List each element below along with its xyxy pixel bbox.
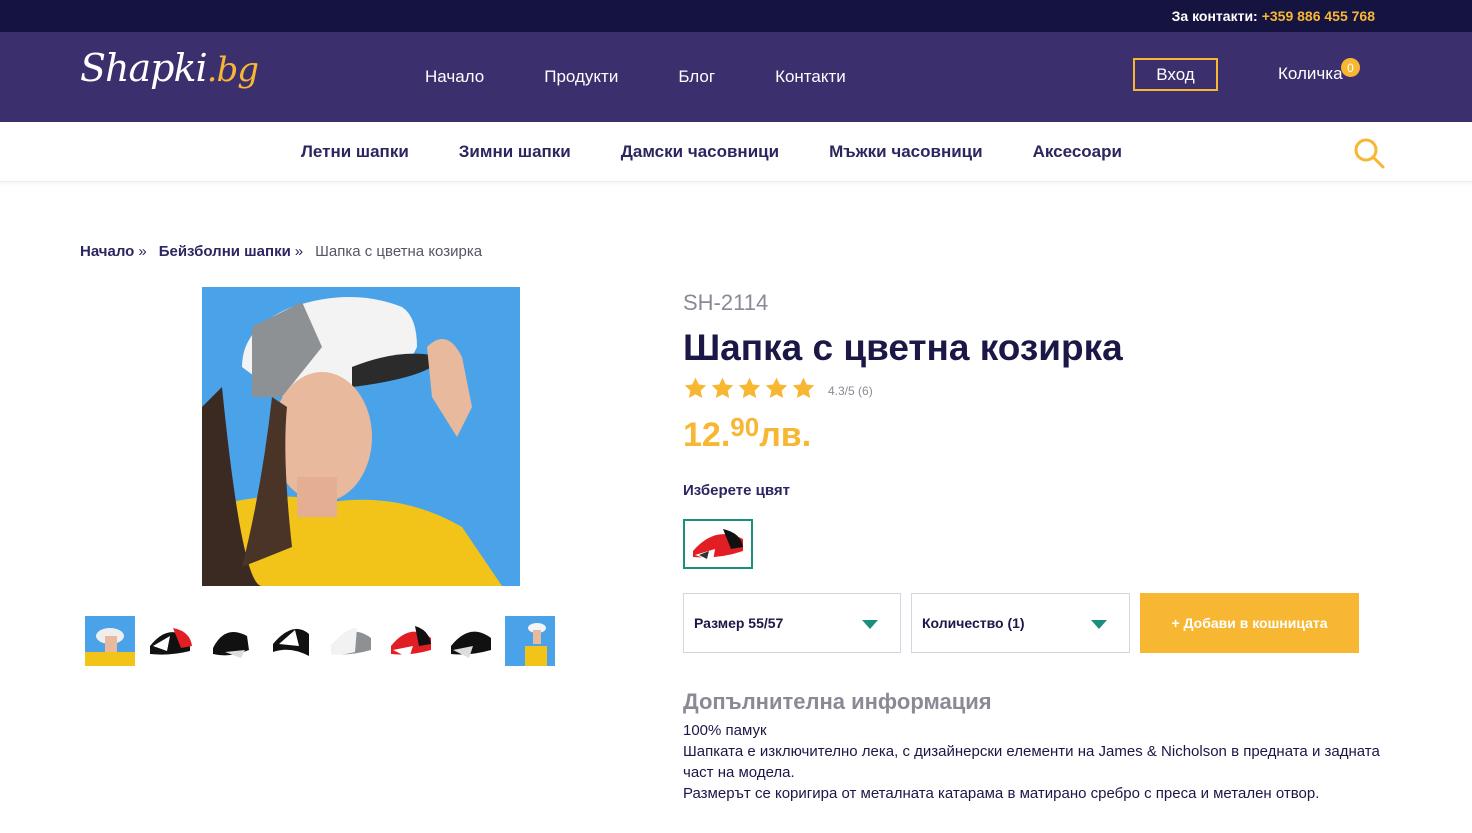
site-header: Shapki.bg Начало Продукти Блог Контакти … <box>0 32 1472 122</box>
product-main-image[interactable] <box>202 287 520 586</box>
cat-womens-watches[interactable]: Дамски часовници <box>621 142 779 162</box>
chevron-down-icon <box>1091 620 1107 629</box>
quantity-select[interactable]: Количество (1) <box>911 593 1130 653</box>
star-icon <box>791 376 816 406</box>
category-nav: Летни шапки Зимни шапки Дамски часовници… <box>0 122 1472 182</box>
site-logo[interactable]: Shapki.bg <box>80 46 259 90</box>
phone-link[interactable]: +359 886 455 768 <box>1262 8 1375 24</box>
logo-tld: .bg <box>206 50 259 90</box>
additional-info-title: Допълнителна информация <box>683 689 992 714</box>
breadcrumb-home[interactable]: Начало <box>80 243 134 260</box>
nav-home[interactable]: Начало <box>425 67 484 87</box>
logo-main: Shapki <box>80 46 208 90</box>
color-label: Изберете цвят <box>683 482 790 499</box>
info-line: Шапката е изключително лека, с дизайнерс… <box>683 743 1380 781</box>
product-rating[interactable]: 4.3/5 (6) <box>683 376 873 406</box>
cart-count-badge: 0 <box>1341 58 1360 77</box>
contacts-label: За контакти: <box>1171 8 1258 24</box>
thumbnail[interactable] <box>205 616 255 666</box>
thumbnail[interactable] <box>325 616 375 666</box>
star-icon <box>737 376 762 406</box>
thumbnail[interactable] <box>505 616 555 666</box>
star-icon <box>710 376 735 406</box>
nav-blog[interactable]: Блог <box>678 67 715 87</box>
thumbnail[interactable] <box>145 616 195 666</box>
info-line: 100% памук <box>683 722 767 739</box>
star-icon <box>764 376 789 406</box>
additional-info-body: 100% памук Шапката е изключително лека, … <box>683 720 1383 804</box>
chevron-down-icon <box>862 620 878 629</box>
product-sku: SH-2114 <box>683 290 769 315</box>
breadcrumb: Начало » Бейзболни шапки » Шапка с цветн… <box>80 243 482 260</box>
cat-accessories[interactable]: Аксесоари <box>1033 142 1122 162</box>
top-contact-bar: За контакти: +359 886 455 768 <box>0 0 1472 32</box>
rating-text: 4.3/5 (6) <box>828 384 873 398</box>
thumbnail[interactable] <box>385 616 435 666</box>
login-button[interactable]: Вход <box>1133 58 1218 91</box>
product-price: 12.90лв. <box>683 412 811 455</box>
cat-mens-watches[interactable]: Мъжки часовници <box>829 142 983 162</box>
add-to-cart-button[interactable]: + Добави в кошницата <box>1140 593 1359 653</box>
product-title: Шапка с цветна козирка <box>683 327 1123 368</box>
nav-contacts[interactable]: Контакти <box>775 67 846 87</box>
price-currency: лв. <box>759 416 812 454</box>
main-nav: Начало Продукти Блог Контакти <box>425 32 906 122</box>
product-thumbnails <box>85 616 555 666</box>
quantity-select-value: Количество (1) <box>922 615 1025 631</box>
size-select-value: Размер 55/57 <box>694 615 784 631</box>
breadcrumb-separator: » <box>294 243 304 260</box>
price-cents: 90 <box>730 412 760 442</box>
nav-products[interactable]: Продукти <box>544 67 618 87</box>
size-select[interactable]: Размер 55/57 <box>683 593 901 653</box>
color-swatch[interactable] <box>683 519 753 569</box>
cart-link[interactable]: Количка <box>1278 64 1343 84</box>
price-main: 12. <box>683 416 731 454</box>
cat-winter-hats[interactable]: Зимни шапки <box>459 142 571 162</box>
cat-summer-hats[interactable]: Летни шапки <box>301 142 409 162</box>
thumbnail[interactable] <box>265 616 315 666</box>
breadcrumb-current: Шапка с цветна козирка <box>315 243 483 260</box>
info-line: Размерът се коригира от металната катара… <box>683 785 1320 802</box>
thumbnail[interactable] <box>445 616 495 666</box>
breadcrumb-category[interactable]: Бейзболни шапки <box>159 243 291 260</box>
search-icon[interactable] <box>1353 137 1387 176</box>
breadcrumb-separator: » <box>138 243 147 260</box>
star-icon <box>683 376 708 406</box>
thumbnail[interactable] <box>85 616 135 666</box>
